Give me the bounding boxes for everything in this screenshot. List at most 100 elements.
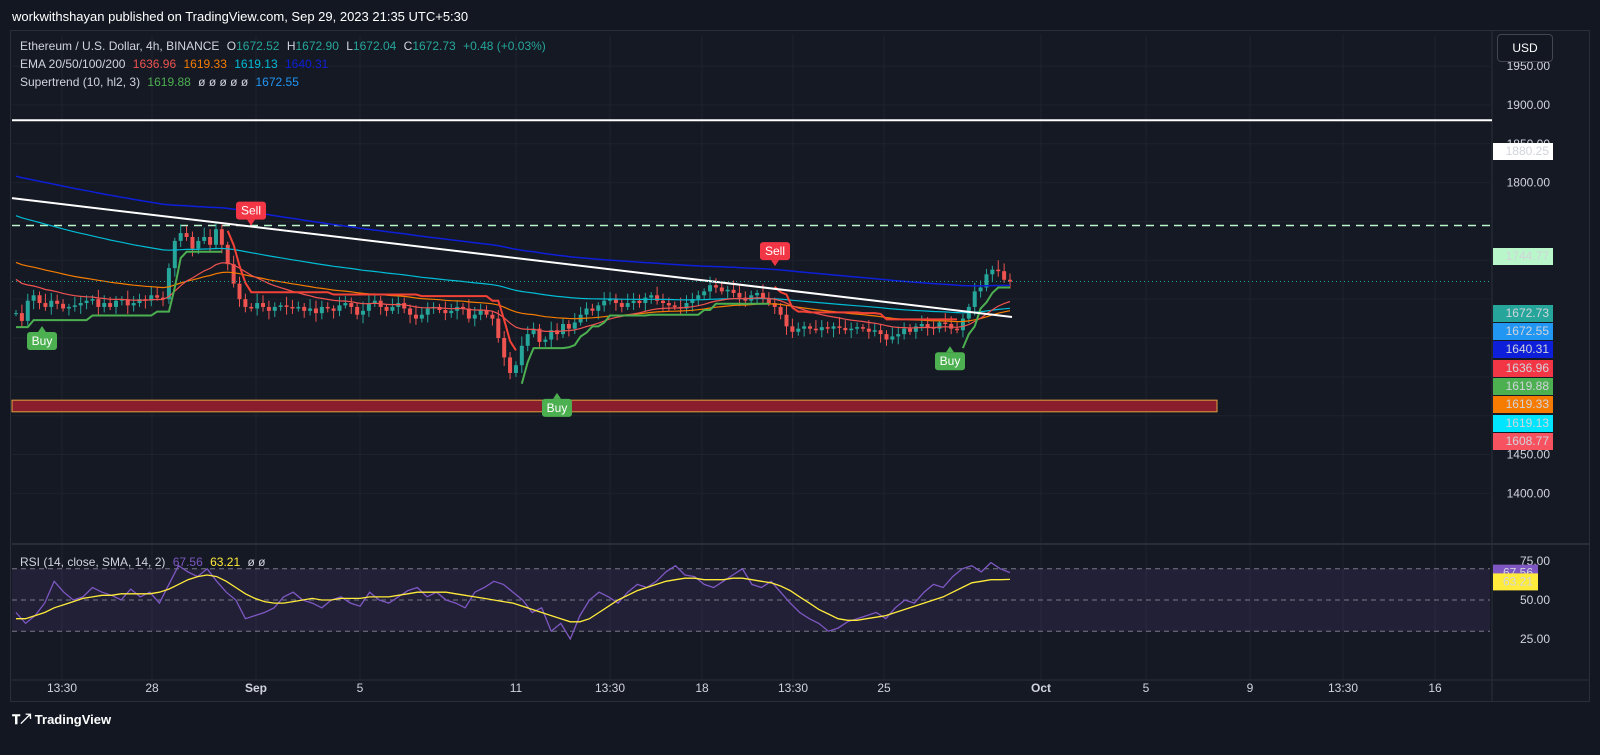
candle-body	[619, 303, 624, 307]
candle-body	[766, 299, 771, 304]
x-tick-label: 9	[1247, 681, 1254, 695]
candle-body	[584, 308, 589, 315]
candle-body	[713, 285, 718, 288]
rsi-axis-label-text: 63.21	[1503, 574, 1533, 588]
candle-body	[1002, 271, 1007, 280]
candle-body	[372, 300, 377, 304]
candle-body	[408, 308, 413, 315]
x-tick-label: 16	[1428, 681, 1442, 695]
candle-body	[213, 229, 218, 245]
candle-body	[249, 306, 254, 309]
price-axis-label-text: 1636.96	[1506, 361, 1550, 375]
rsi-label[interactable]: RSI (14, close, SMA, 14, 2)	[20, 555, 165, 569]
supertrend-empty: ø ø ø ø ø	[198, 75, 249, 89]
rsi-value: 67.56	[172, 555, 203, 569]
candle-body	[890, 336, 895, 340]
candle-body	[384, 306, 389, 311]
candle-body	[237, 283, 242, 300]
ema-label[interactable]: EMA 20/50/100/200	[20, 57, 125, 71]
tradingview-logo-icon: 𝐓↗	[12, 712, 31, 727]
supertrend-label[interactable]: Supertrend (10, hl2, 3)	[20, 75, 140, 89]
candle-body	[449, 310, 454, 314]
rsi-empty: ø ø	[247, 555, 266, 569]
candle-body	[308, 308, 313, 311]
candle-body	[996, 269, 1001, 272]
candle-body	[696, 295, 701, 300]
candle-body	[19, 313, 24, 321]
candle-body	[755, 292, 760, 296]
candle-body	[860, 327, 865, 329]
candle-body	[855, 327, 860, 329]
candle-body	[925, 324, 930, 328]
candle-body	[708, 285, 713, 292]
candle-body	[443, 310, 448, 314]
tradingview-logo[interactable]: 𝐓↗ TradingView	[12, 712, 111, 728]
candle-body	[602, 300, 607, 306]
candle-body	[649, 295, 654, 298]
candle-body	[331, 308, 336, 311]
price-axis-label-text: 1608.77	[1506, 434, 1550, 448]
candle-body	[14, 313, 18, 315]
candle-body	[831, 326, 836, 329]
ema-legend: EMA 20/50/100/200 1636.96 1619.33 1619.1…	[20, 57, 332, 71]
y-tick-label: 1800.00	[1507, 176, 1551, 190]
brand-text: TradingView	[34, 712, 112, 727]
signal-arrow	[946, 346, 954, 353]
x-tick-label: Oct	[1031, 681, 1051, 695]
candle-body	[349, 303, 354, 307]
candle-body	[184, 233, 189, 238]
rsi-ma-value: 63.21	[210, 555, 241, 569]
candle-body	[131, 303, 136, 306]
supertrend-value: 1619.88	[147, 75, 191, 89]
candle-body	[725, 289, 730, 292]
candle-body	[55, 300, 60, 304]
candle-body	[255, 303, 260, 309]
candle-body	[113, 300, 118, 307]
candle-body	[596, 305, 601, 311]
candle-body	[843, 327, 848, 331]
candle-body	[525, 334, 530, 346]
currency-button[interactable]: USD	[1497, 34, 1553, 62]
candle-body	[90, 299, 95, 301]
candle-body	[296, 306, 301, 309]
candle-body	[172, 240, 177, 269]
candle-body	[872, 330, 877, 332]
candle-body	[637, 300, 642, 304]
ema20-value: 1636.96	[132, 57, 177, 71]
candle-body	[866, 328, 871, 332]
candle-body	[508, 357, 513, 373]
candle-body	[61, 303, 66, 309]
ema200-line	[15, 175, 1010, 287]
signal-label: Buy	[32, 334, 53, 348]
candle-body	[902, 328, 907, 335]
price-axis-label-text: 1619.88	[1506, 379, 1550, 393]
candle-body	[96, 299, 101, 307]
candle-body	[413, 314, 418, 319]
chart-canvas[interactable]: BuySellBuySellBuy1950.001900.001850.0018…	[0, 0, 1600, 755]
candle-body	[231, 264, 236, 284]
candle-body	[972, 291, 977, 307]
low-value: 1672.04	[352, 39, 397, 53]
candle-body	[261, 303, 266, 307]
candle-body	[343, 303, 348, 306]
high-value: 1672.90	[295, 39, 339, 53]
candle-body	[78, 303, 83, 306]
change-value: +0.48 (+0.03%)	[463, 39, 546, 53]
price-axis-label-text: 1744.77	[1506, 249, 1550, 263]
candle-body	[219, 229, 224, 245]
candle-body	[361, 310, 366, 315]
x-tick-label: 5	[1143, 681, 1150, 695]
candle-body	[37, 295, 42, 304]
x-tick-label: Sep	[245, 681, 267, 695]
candle-body	[202, 237, 207, 241]
candle-body	[919, 324, 924, 327]
candle-body	[425, 308, 430, 315]
price-axis-label-text: 1672.55	[1506, 324, 1550, 338]
support-zone	[11, 399, 1218, 413]
symbol-title[interactable]: Ethereum / U.S. Dollar, 4h, BINANCE	[20, 39, 219, 53]
candle-body	[702, 291, 707, 296]
rsi-legend: RSI (14, close, SMA, 14, 2) 67.56 63.21 …	[20, 555, 269, 569]
candle-body	[613, 299, 618, 304]
candle-body	[825, 327, 830, 329]
x-tick-label: 5	[357, 681, 364, 695]
